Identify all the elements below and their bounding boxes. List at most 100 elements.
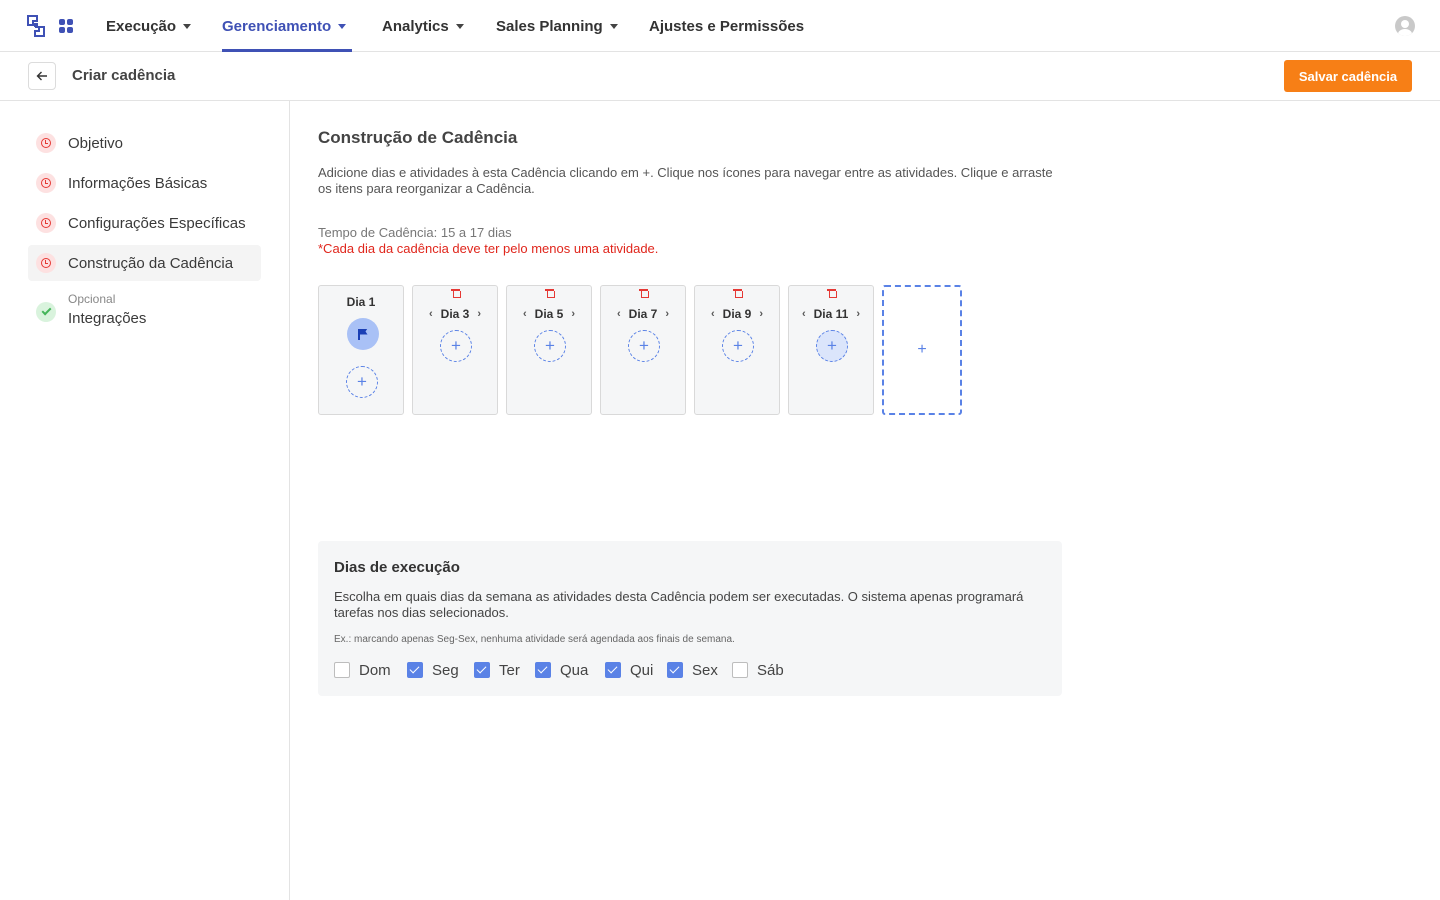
weekday-seg[interactable]: Seg	[407, 661, 459, 679]
step-informacoes-basicas[interactable]: Informações Básicas	[28, 165, 261, 201]
step-integracoes[interactable]: Opcional Integrações	[28, 292, 261, 332]
checkbox[interactable]	[407, 662, 423, 678]
weekday-label: Qui	[630, 661, 654, 679]
section-title: Construção de Cadência	[318, 128, 518, 147]
weekday-qui[interactable]: Qui	[605, 661, 654, 679]
checkbox[interactable]	[334, 662, 350, 678]
weekday-sab[interactable]: Sáb	[732, 662, 784, 679]
chevron-left-icon[interactable]: ‹	[802, 308, 806, 320]
add-activity-button[interactable]: +	[628, 330, 660, 362]
step-construcao-cadencia[interactable]: Construção da Cadência	[28, 245, 261, 281]
trash-icon[interactable]	[639, 288, 649, 298]
day-label: Dia 3	[440, 307, 470, 321]
step-label: Objetivo	[68, 134, 124, 152]
nav-sales-planning[interactable]: Sales Planning	[496, 0, 618, 52]
chevron-right-icon[interactable]: ›	[759, 308, 763, 320]
weekday-label: Qua	[560, 661, 589, 679]
nav-label: Sales Planning	[496, 17, 603, 35]
caret-down-icon	[455, 23, 464, 29]
step-label: Integrações	[68, 310, 147, 327]
check-icon	[36, 302, 56, 322]
add-activity-button[interactable]: +	[722, 330, 754, 362]
steps-sidebar: Objetivo Informações Básicas Configuraçõ…	[0, 101, 290, 900]
save-cadence-button[interactable]: Salvar cadência	[1284, 60, 1412, 92]
checkbox[interactable]	[667, 662, 683, 678]
pending-clock-icon	[36, 213, 56, 233]
arrow-left-icon	[36, 71, 47, 81]
page-header: Criar cadência Salvar cadência	[0, 52, 1440, 101]
caret-down-icon	[609, 23, 618, 29]
add-activity-button[interactable]: +	[534, 330, 566, 362]
day-label: Dia 9	[722, 307, 752, 321]
chevron-left-icon[interactable]: ‹	[429, 308, 433, 320]
step-objetivo[interactable]: Objetivo	[28, 125, 261, 161]
checkbox[interactable]	[474, 662, 490, 678]
weekday-sex[interactable]: Sex	[667, 661, 718, 679]
step-configuracoes-especificas[interactable]: Configurações Específicas	[28, 205, 261, 241]
weekday-label: Dom	[359, 661, 391, 679]
cadence-warning: *Cada dia da cadência deve ter pelo meno…	[318, 241, 659, 256]
execution-description: Escolha em quais dias da semana as ativi…	[334, 589, 1024, 620]
nav-label: Execução	[106, 17, 177, 35]
pending-clock-icon	[36, 253, 56, 273]
trash-icon[interactable]	[545, 288, 555, 298]
day-card[interactable]: ‹ Dia 5 › +	[506, 285, 592, 415]
caret-down-icon	[183, 23, 192, 29]
execution-example: Ex.: marcando apenas Seg-Sex, nenhuma at…	[334, 634, 735, 645]
flag-icon[interactable]	[347, 318, 379, 350]
day-label: Dia 7	[628, 307, 658, 321]
day-label: Dia 1	[346, 295, 376, 309]
chevron-right-icon[interactable]: ›	[477, 308, 481, 320]
page-title: Criar cadência	[72, 67, 176, 84]
nav-label: Ajustes e Permissões	[649, 17, 805, 35]
chevron-right-icon[interactable]: ›	[571, 308, 575, 320]
execution-days-panel: Dias de execução Escolha em quais dias d…	[318, 541, 1062, 696]
nav-execucao[interactable]: Execução	[106, 0, 192, 52]
day-label: Dia 5	[534, 307, 564, 321]
add-day-button[interactable]: +	[882, 285, 962, 415]
chevron-left-icon[interactable]: ‹	[523, 308, 527, 320]
step-label: Configurações Específicas	[68, 214, 246, 232]
weekday-qua[interactable]: Qua	[535, 661, 589, 679]
nav-ajustes-permissoes[interactable]: Ajustes e Permissões	[649, 0, 804, 52]
day-card[interactable]: ‹ Dia 11 › +	[788, 285, 874, 415]
weekday-label: Sex	[692, 661, 718, 679]
checkbox[interactable]	[535, 662, 551, 678]
trash-icon[interactable]	[733, 288, 743, 298]
nav-label: Gerenciamento	[222, 17, 332, 35]
pending-clock-icon	[36, 133, 56, 153]
chevron-right-icon[interactable]: ›	[856, 308, 860, 320]
weekday-dom[interactable]: Dom	[334, 661, 391, 679]
trash-icon[interactable]	[451, 288, 461, 298]
back-button[interactable]	[28, 62, 56, 90]
add-activity-button[interactable]: +	[440, 330, 472, 362]
apps-grid-icon[interactable]	[59, 19, 73, 33]
step-label: Construção da Cadência	[68, 254, 234, 272]
nav-label: Analytics	[382, 17, 449, 35]
day-card[interactable]: ‹ Dia 7 › +	[600, 285, 686, 415]
step-label: Informações Básicas	[68, 174, 208, 192]
chevron-left-icon[interactable]: ‹	[617, 308, 621, 320]
chevron-right-icon[interactable]: ›	[665, 308, 669, 320]
user-avatar-icon[interactable]	[1395, 16, 1415, 36]
add-activity-button[interactable]: +	[816, 330, 848, 362]
day-card[interactable]: ‹ Dia 3 › +	[412, 285, 498, 415]
trash-icon[interactable]	[827, 288, 837, 298]
nav-gerenciamento[interactable]: Gerenciamento	[222, 0, 353, 52]
execution-title: Dias de execução	[334, 559, 460, 576]
brand-logo-icon[interactable]	[27, 15, 45, 37]
nav-analytics[interactable]: Analytics	[382, 0, 464, 52]
day-card[interactable]: ‹ Dia 9 › +	[694, 285, 780, 415]
checkbox[interactable]	[605, 662, 621, 678]
day-card[interactable]: Dia 1 +	[318, 285, 404, 415]
weekday-ter[interactable]: Ter	[474, 661, 520, 679]
top-navigation: Execução Gerenciamento Analytics Sales P…	[0, 0, 1440, 52]
add-activity-button[interactable]: +	[346, 366, 378, 398]
cadence-duration: Tempo de Cadência: 15 a 17 dias	[318, 225, 512, 240]
weekday-label: Seg	[432, 661, 459, 679]
section-description: Adicione dias e atividades à esta Cadênc…	[318, 165, 1053, 196]
weekday-label: Ter	[499, 661, 520, 679]
chevron-left-icon[interactable]: ‹	[711, 308, 715, 320]
pending-clock-icon	[36, 173, 56, 193]
checkbox[interactable]	[732, 662, 748, 678]
